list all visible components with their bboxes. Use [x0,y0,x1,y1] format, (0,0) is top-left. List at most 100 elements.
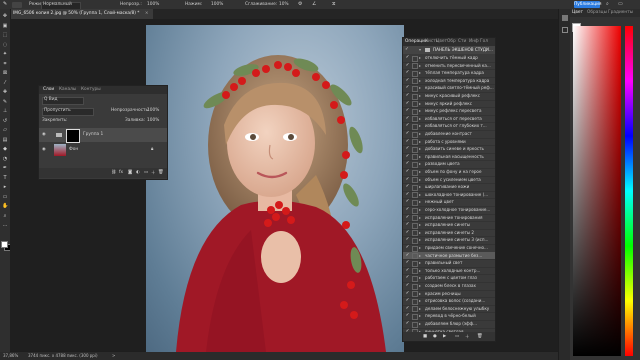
fx-icon[interactable]: fx [119,170,123,175]
dialog-toggle-icon[interactable] [412,215,418,222]
checkmark-icon[interactable]: ✓ [405,267,410,275]
dialog-toggle-icon[interactable] [412,123,418,130]
document-tab[interactable]: IMG_6506 копия 2.jpg @ 50% (Группа 1, Сл… [10,9,153,19]
checkmark-icon[interactable]: ✓ [405,62,410,70]
opacity-value[interactable]: 100% [147,1,159,8]
expand-arrow-icon[interactable]: ▸ [419,115,424,123]
expand-arrow-icon[interactable]: ▸ [419,274,424,282]
dialog-toggle-icon[interactable] [412,283,418,290]
expand-arrow-icon[interactable]: ▸ [419,183,424,191]
visibility-eye-icon[interactable]: ◉ [42,147,46,152]
dodge-icon[interactable]: ◔ [2,156,8,162]
checkmark-icon[interactable]: ✓ [405,168,410,176]
dialog-toggle-icon[interactable] [412,275,418,282]
artboard-icon[interactable]: ▣ [2,23,8,29]
mode-value[interactable]: Нормальный [43,1,72,8]
checkmark-icon[interactable]: ✓ [405,77,410,85]
checkmark-icon[interactable]: ✓ [405,290,410,298]
checkmark-icon[interactable]: ✓ [405,244,410,252]
stamp-icon[interactable]: ⊥ [2,108,8,114]
checkmark-icon[interactable]: ✓ [405,46,409,54]
dialog-toggle-icon[interactable] [412,192,418,199]
lasso-icon[interactable]: ◌ [2,42,8,48]
play-icon[interactable]: ▶ [443,334,446,339]
expand-arrow-icon[interactable]: ▸ [419,191,424,199]
expand-arrow-icon[interactable]: ▸ [419,138,424,146]
symmetry-icon[interactable]: ⧖ [332,1,338,8]
expand-arrow-icon[interactable]: ▸ [419,69,424,77]
expand-arrow-icon[interactable]: ▸ [419,252,424,260]
trash-icon[interactable]: 🗑︎ [477,334,482,339]
expand-arrow-icon[interactable]: ▸ [419,84,424,92]
dialog-toggle-icon[interactable] [412,268,418,275]
tab-color[interactable]: Цвет [572,10,583,15]
expand-arrow-icon[interactable]: ▸ [419,77,424,85]
checkmark-icon[interactable]: ✓ [405,92,410,100]
share-button[interactable]: Публикация [574,1,602,8]
checkmark-icon[interactable]: ✓ [405,198,410,206]
workspace-icon[interactable]: ▭ [618,1,624,8]
checkmark-icon[interactable]: ✓ [405,176,410,184]
visibility-eye-icon[interactable]: ◉ [42,132,46,137]
checkmark-icon[interactable]: ✓ [405,153,410,161]
dialog-toggle-icon[interactable] [412,154,418,161]
record-icon[interactable]: ● [433,334,437,339]
angle-icon[interactable]: ∠ [312,1,318,8]
shape-icon[interactable]: ▭ [2,194,8,200]
status-arrow-icon[interactable]: > [112,352,115,360]
new-layer-icon[interactable]: ＋ [151,170,155,176]
expand-arrow-icon[interactable]: ▸ [419,305,424,313]
checkmark-icon[interactable]: ✓ [405,160,410,168]
checkmark-icon[interactable]: ✓ [405,130,410,138]
eyedropper-icon[interactable]: ⁄ [2,80,8,86]
settings-gear-icon[interactable]: ⚙ [298,1,304,8]
checkmark-icon[interactable]: ✓ [405,122,410,130]
expand-arrow-icon[interactable]: ▸ [419,244,424,252]
expand-arrow-icon[interactable]: ▸ [419,107,424,115]
checkmark-icon[interactable]: ✓ [405,69,410,77]
crop-icon[interactable]: ⌗ [2,61,8,67]
add-mask-icon[interactable]: ◙ [128,170,132,175]
history-brush-icon[interactable]: ↺ [2,118,8,124]
checkmark-icon[interactable]: ✓ [405,84,410,92]
dialog-toggle-icon[interactable] [412,306,418,313]
brush-preset-picker[interactable] [12,1,22,8]
flow-value[interactable]: 100% [211,1,223,8]
zoom-icon[interactable]: ⌕ [2,213,8,219]
color-panel-icon[interactable] [562,15,568,21]
dialog-toggle-icon[interactable] [412,260,418,267]
checkmark-icon[interactable]: ✓ [405,297,410,305]
frame-icon[interactable]: ⊠ [2,70,8,76]
checkmark-icon[interactable]: ✓ [405,259,410,267]
expand-arrow-icon[interactable]: ▸ [419,153,424,161]
document-image[interactable] [146,25,404,352]
color-field[interactable] [573,26,621,356]
dialog-toggle-icon[interactable] [412,78,418,85]
tab-gradients[interactable]: Градиенты [608,10,633,15]
move-icon[interactable]: ✥ [2,13,8,19]
expand-arrow-icon[interactable]: ▸ [419,312,424,320]
expand-arrow-icon[interactable]: ▸ [419,214,424,222]
expand-arrow-icon[interactable]: ▸ [419,236,424,244]
expand-arrow-icon[interactable]: ▸ [419,160,424,168]
layer-row-group[interactable]: ◉ Группа 1 [39,128,167,143]
stop-icon[interactable]: ■ [423,334,427,339]
dialog-toggle-icon[interactable] [412,55,418,62]
checkmark-icon[interactable]: ✓ [405,282,410,290]
checkmark-icon[interactable]: ✓ [405,191,410,199]
link-layers-icon[interactable]: ⛓ [111,170,116,175]
dialog-toggle-icon[interactable] [412,199,418,206]
zoom-level[interactable]: 37,86% [3,352,18,360]
dialog-toggle-icon[interactable] [412,169,418,176]
layer-mask-thumbnail[interactable] [66,129,80,143]
checkmark-icon[interactable]: ✓ [405,229,410,237]
trash-icon[interactable]: 🗑︎ [158,170,163,175]
expand-arrow-icon[interactable]: ▸ [419,54,424,62]
opacity-value[interactable]: 100% [147,108,159,113]
blur-icon[interactable]: ◆ [2,146,8,152]
dialog-toggle-icon[interactable] [412,146,418,153]
dialog-toggle-icon[interactable] [412,321,418,328]
dialog-toggle-icon[interactable] [412,139,418,146]
gradient-icon[interactable]: ▤ [2,137,8,143]
brush-tool-icon[interactable]: ✎ [3,1,9,8]
